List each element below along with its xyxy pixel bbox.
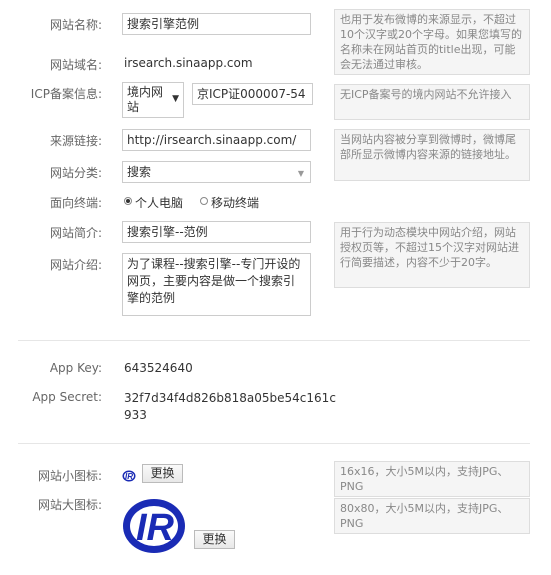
intro-long-label: 网站介绍:	[49, 258, 102, 272]
source-link-label: 来源链接:	[49, 134, 102, 148]
terminal-mobile-label: 移动终端	[211, 196, 260, 210]
small-logo-icon: IR	[122, 469, 136, 483]
category-label: 网站分类:	[49, 166, 102, 180]
divider	[18, 340, 530, 341]
site-name-label: 网站名称:	[49, 18, 102, 32]
app-key-label: App Key:	[49, 361, 102, 375]
dropdown-arrow-icon: ▼	[172, 94, 179, 104]
large-logo-icon: IR	[122, 497, 187, 555]
icp-region-select[interactable]: 境内网站 ▼	[122, 82, 184, 118]
app-key-value: 643524640	[124, 361, 193, 375]
terminal-pc-label: 个人电脑	[135, 196, 184, 210]
logo-text: IR	[136, 507, 175, 549]
replace-small-icon-button[interactable]: 更换	[142, 464, 183, 483]
intro-short-input[interactable]: 搜索引擎--范例	[122, 221, 311, 243]
icp-label: ICP备案信息:	[30, 87, 102, 101]
app-secret-label: App Secret:	[32, 390, 102, 404]
icp-region-value: 境内网站	[127, 85, 164, 114]
source-link-hint: 当网站内容被分享到微博时，微博尾部所显示微博内容来源的链接地址。	[334, 129, 530, 181]
svg-text:IR: IR	[125, 472, 133, 481]
intro-short-label: 网站简介:	[49, 226, 102, 240]
app-secret-value: 32f7d34f4d826b818a05be54c161c933	[124, 391, 336, 422]
domain-label: 网站域名:	[49, 58, 102, 72]
site-name-hint: 也用于发布微博的来源显示，不超过10个汉字或20个字母。如果您填写的名称未在网站…	[334, 9, 530, 75]
terminal-pc-radio[interactable]	[124, 197, 132, 205]
intro-short-hint: 用于行为动态模块中网站介绍，网站授权页等，不超过15个汉字对网站进行简要描述，内…	[334, 222, 530, 288]
large-icon-label: 网站大图标:	[37, 498, 102, 512]
category-value: 搜索	[127, 165, 152, 179]
intro-long-textarea[interactable]: 为了课程--搜索引擎--专门开设的网页，主要内容是做一个搜索引擎的范例	[122, 253, 311, 316]
terminal-mobile-radio[interactable]	[200, 197, 208, 205]
small-icon-hint: 16x16，大小5M以内，支持JPG、PNG	[334, 461, 530, 497]
large-icon-hint: 80x80，大小5M以内，支持JPG、PNG	[334, 498, 530, 534]
small-icon-label: 网站小图标:	[37, 469, 102, 483]
replace-large-icon-button[interactable]: 更换	[194, 530, 235, 549]
domain-value: irsearch.sinaapp.com	[124, 56, 253, 70]
site-name-input[interactable]: 搜索引擎范例	[122, 13, 311, 35]
divider	[18, 443, 530, 444]
source-link-input[interactable]: http://irsearch.sinaapp.com/	[122, 129, 311, 151]
icp-hint: 无ICP备案号的境内网站不允许接入	[334, 84, 530, 120]
category-select[interactable]: 搜索 ▼	[122, 161, 311, 183]
chevron-down-icon: ▼	[297, 169, 304, 178]
terminal-label: 面向终端:	[49, 196, 102, 210]
icp-number-input[interactable]: 京ICP证000007-54	[192, 83, 313, 105]
